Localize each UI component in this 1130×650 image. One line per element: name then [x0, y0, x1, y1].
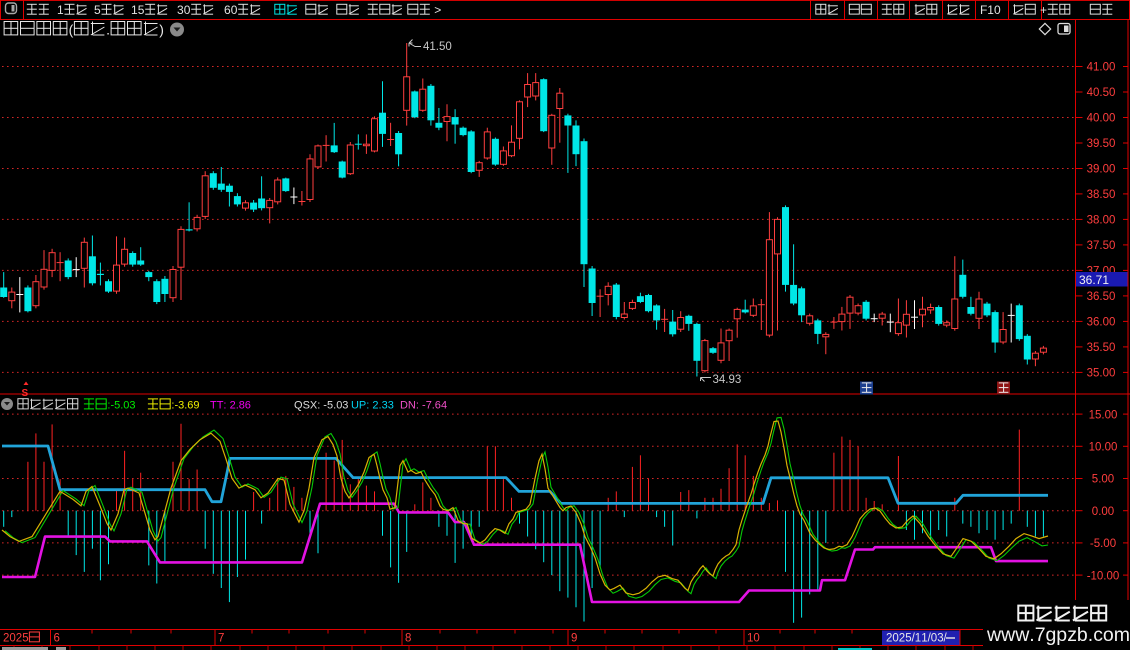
svg-text:0: 0	[184, 3, 191, 17]
svg-text:c: c	[1093, 624, 1103, 646]
svg-text:6: 6	[54, 633, 60, 645]
svg-text:N: N	[408, 400, 416, 412]
svg-text:D: D	[400, 400, 408, 412]
svg-text:35.00: 35.00	[1087, 368, 1116, 380]
svg-text::: :	[317, 400, 320, 412]
svg-text:35.50: 35.50	[1087, 342, 1116, 354]
svg-text:P: P	[359, 400, 366, 412]
svg-text:S: S	[303, 400, 310, 412]
svg-text:w: w	[1014, 624, 1030, 646]
svg-text:z: z	[1067, 624, 1077, 646]
svg-text::: :	[223, 400, 226, 412]
svg-text:36.50: 36.50	[1087, 291, 1116, 303]
svg-text:10.00: 10.00	[1089, 442, 1118, 454]
svg-text:7: 7	[1035, 624, 1046, 646]
svg-text:S: S	[22, 388, 29, 399]
svg-text:(: (	[69, 22, 74, 38]
svg-text:5: 5	[138, 3, 145, 17]
svg-text:U: U	[351, 400, 359, 412]
svg-text:40.50: 40.50	[1087, 87, 1116, 99]
svg-text:1: 1	[57, 3, 64, 17]
svg-text:>: >	[434, 3, 441, 17]
svg-text:9: 9	[193, 400, 199, 412]
svg-text:6: 6	[245, 400, 251, 412]
svg-text:36.00: 36.00	[1087, 317, 1116, 329]
svg-text:37.50: 37.50	[1087, 240, 1116, 252]
svg-text:3: 3	[388, 400, 394, 412]
svg-text:5.00: 5.00	[1092, 474, 1114, 486]
svg-text:F: F	[980, 3, 987, 17]
svg-text:0: 0	[994, 3, 1001, 17]
svg-text:6: 6	[435, 400, 441, 412]
svg-text:o: o	[1103, 624, 1114, 646]
svg-text:0: 0	[231, 3, 238, 17]
svg-text:): )	[159, 22, 164, 38]
svg-text:g: g	[1046, 624, 1057, 646]
svg-text:.: .	[106, 22, 110, 38]
svg-text:0.00: 0.00	[1092, 506, 1114, 518]
svg-text:38.00: 38.00	[1087, 215, 1116, 227]
svg-text:39.00: 39.00	[1087, 164, 1116, 176]
svg-text:5: 5	[94, 3, 101, 17]
svg-text:38.50: 38.50	[1087, 189, 1116, 201]
svg-text:41.50: 41.50	[423, 41, 452, 53]
svg-text:4: 4	[441, 400, 447, 412]
svg-text:5: 5	[22, 633, 28, 645]
svg-text:m: m	[1114, 624, 1130, 646]
svg-text:8: 8	[405, 633, 411, 645]
svg-text:9: 9	[571, 633, 577, 645]
svg-text:b: b	[1077, 624, 1088, 646]
svg-text:40.00: 40.00	[1087, 113, 1116, 125]
svg-text:15.00: 15.00	[1089, 409, 1118, 421]
svg-text:+: +	[1040, 3, 1047, 17]
svg-text:p: p	[1056, 624, 1067, 646]
svg-text:36.71: 36.71	[1079, 273, 1109, 287]
svg-text:10: 10	[747, 633, 760, 645]
svg-text:3: 3	[129, 400, 135, 412]
svg-text:w: w	[1000, 624, 1016, 646]
svg-text:-10.00: -10.00	[1087, 570, 1120, 582]
svg-text:41.00: 41.00	[1087, 62, 1116, 74]
svg-text:w: w	[986, 624, 1002, 646]
svg-text:-5.00: -5.00	[1090, 538, 1116, 550]
svg-text:34.93: 34.93	[713, 374, 742, 386]
svg-text::: :	[416, 400, 419, 412]
svg-text:39.50: 39.50	[1087, 138, 1116, 150]
svg-text:3: 3	[342, 400, 348, 412]
svg-text:7: 7	[218, 633, 224, 645]
svg-text::: :	[366, 400, 369, 412]
